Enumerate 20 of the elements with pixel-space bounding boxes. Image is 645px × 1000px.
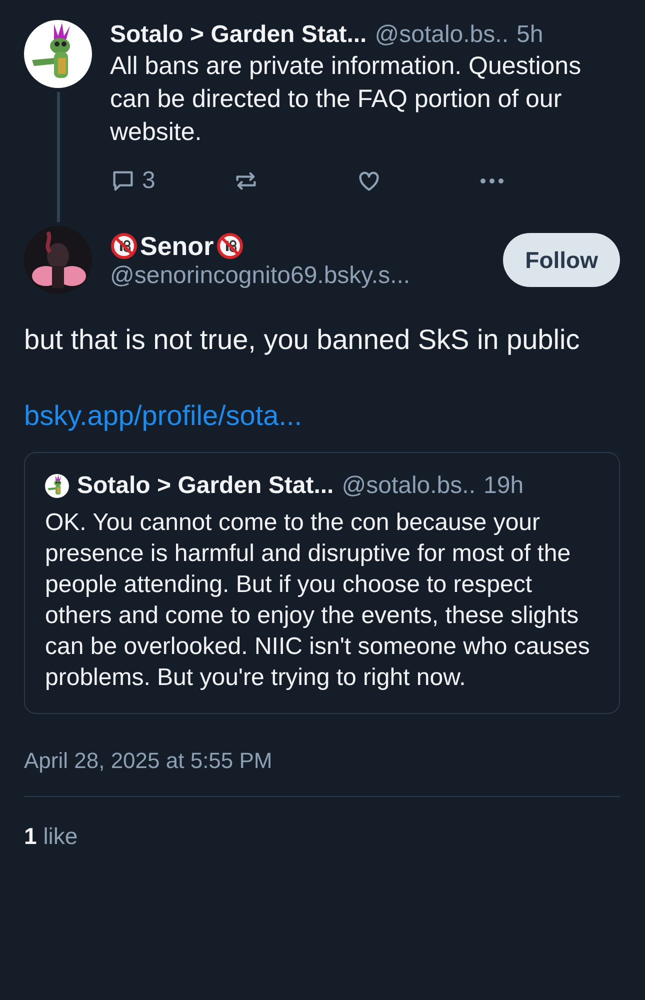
- post-text: but that is not true, you banned SkS in public: [24, 323, 581, 357]
- post-timestamp: April 28, 2025 at 5:55 PM: [24, 748, 620, 797]
- author-name[interactable]: Sotalo > Garden Stat...: [110, 20, 367, 50]
- post-text: All bans are private information. Questions can be directed to the FAQ portion of our website.: [110, 51, 582, 148]
- prohibited-icon: [216, 232, 244, 260]
- author-handle: @sotalo.bs..: [374, 20, 508, 50]
- post-time: 5h: [516, 20, 544, 50]
- reply-count: 3: [142, 167, 156, 195]
- follow-button[interactable]: Follow: [503, 233, 620, 287]
- quote-card[interactable]: [24, 452, 620, 714]
- author-handle: @sotalo.bs..: [342, 471, 476, 501]
- more-icon[interactable]: [479, 177, 505, 185]
- post-time: 19h: [484, 471, 524, 501]
- author-name[interactable]: Senor: [140, 230, 214, 262]
- prohibited-icon: [110, 232, 138, 260]
- quote-text: OK. You cannot come to the con because your presence is harmful and disruptive for most of the people attending. But if you choose to respect others and come to enjoy the events, these slights can be overlooked. NIIC isn't someone who causes problems. But you're trying to right now.: [45, 508, 591, 693]
- author-name[interactable]: Sotalo > Garden Stat...: [77, 471, 334, 501]
- like-count[interactable]: 1 like: [24, 823, 620, 850]
- author-handle: @senorincognito69.bsky.s...: [110, 262, 412, 290]
- post-link[interactable]: bsky.app/profile/sota...: [24, 400, 302, 432]
